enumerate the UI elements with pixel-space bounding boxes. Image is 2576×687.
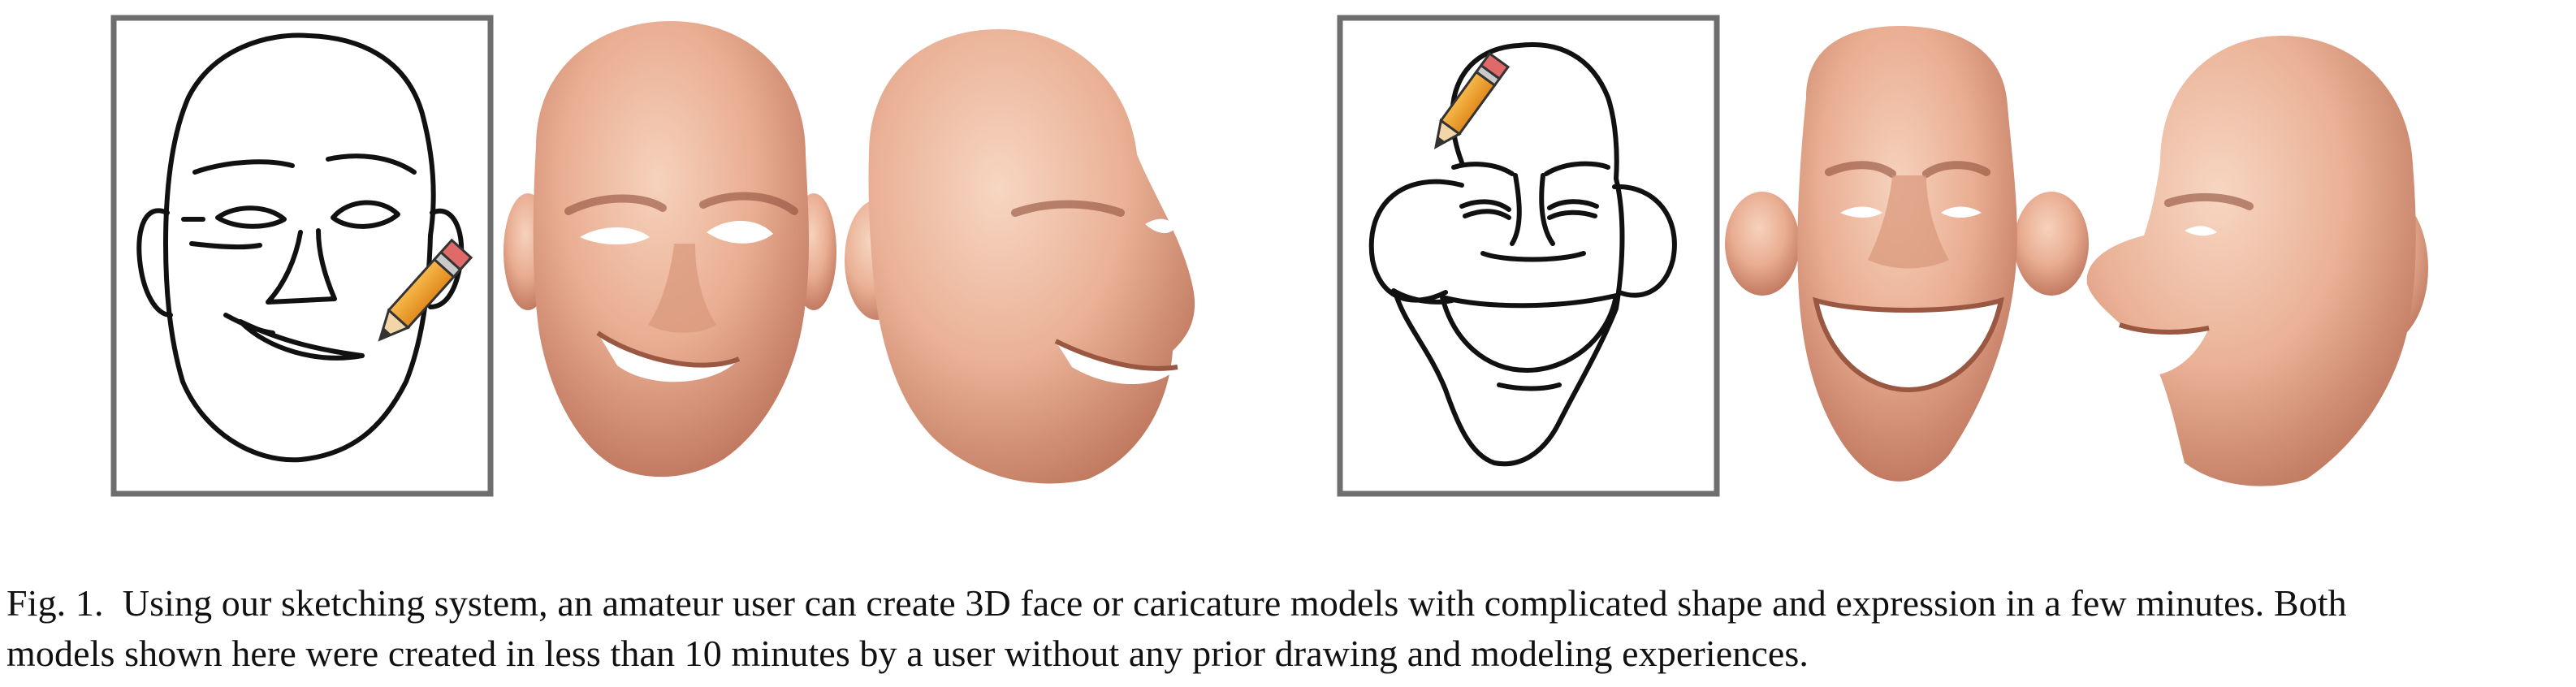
face-model-front xyxy=(504,21,836,477)
figure-1 xyxy=(110,15,2428,497)
caption-line-2: models shown here were created in less t… xyxy=(6,633,1809,674)
sketch-caricature-panel xyxy=(1337,15,1720,497)
caricature-model-front xyxy=(1725,26,2089,482)
figure-caption: Fig. 1. Using our sketching system, an a… xyxy=(6,578,2570,679)
caricature-model-side xyxy=(2086,36,2428,486)
sketch-face-panel xyxy=(110,15,494,497)
face-model-side xyxy=(845,29,1195,484)
caption-line-1: Fig. 1. Using our sketching system, an a… xyxy=(6,582,2347,624)
